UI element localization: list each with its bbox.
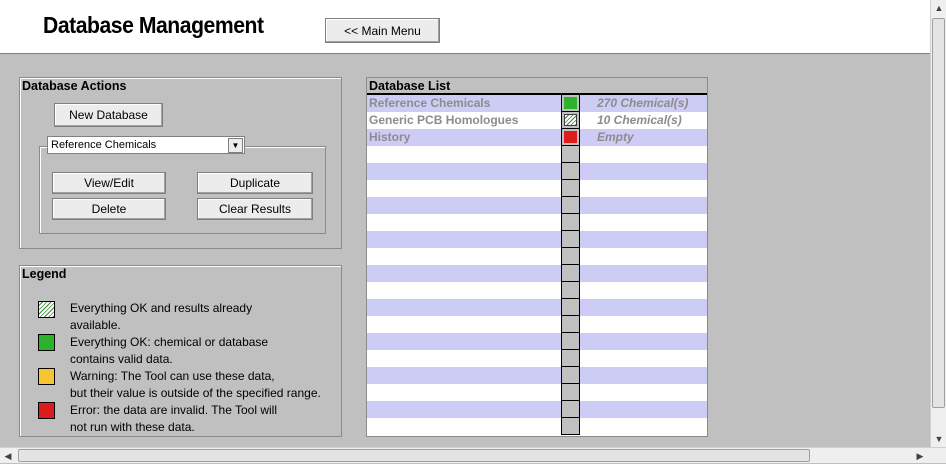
scroll-left-icon[interactable]: ◀: [0, 448, 16, 464]
database-actions-panel: Database Actions New Database Reference …: [19, 77, 342, 249]
database-name: Reference Chemicals: [369, 96, 491, 110]
status-cell: [561, 248, 580, 265]
horizontal-scroll-thumb[interactable]: [18, 449, 810, 462]
table-row[interactable]: [367, 146, 707, 163]
status-cell: [561, 265, 580, 282]
horizontal-scrollbar[interactable]: ◀ ▶: [0, 447, 946, 463]
table-row[interactable]: Generic PCB Homologues 10 Chemical(s): [367, 112, 707, 129]
status-cell: [561, 146, 580, 163]
main-menu-button[interactable]: << Main Menu: [325, 18, 440, 43]
status-cell: [561, 316, 580, 333]
status-cell: [561, 180, 580, 197]
status-cell: [561, 299, 580, 316]
chemical-count: 10 Chemical(s): [597, 113, 682, 127]
vertical-scrollbar[interactable]: ▲ ▼: [930, 0, 946, 447]
status-cell: [561, 129, 580, 146]
database-actions-title: Database Actions: [22, 79, 127, 93]
status-cell: [561, 401, 580, 418]
database-select[interactable]: Reference Chemicals ▼: [47, 136, 245, 154]
status-cell: [561, 214, 580, 231]
status-cell: [561, 95, 580, 112]
database-name: Generic PCB Homologues: [369, 113, 519, 127]
yellow-swatch-icon: [38, 368, 55, 385]
table-row[interactable]: [367, 231, 707, 248]
database-list-title: Database List: [367, 78, 707, 95]
red-status-icon: [564, 131, 577, 143]
table-row[interactable]: [367, 282, 707, 299]
vertical-scroll-thumb[interactable]: [932, 18, 945, 408]
status-cell: [561, 418, 580, 435]
table-row[interactable]: [367, 316, 707, 333]
legend-item-text: Error: the data are invalid. The Tool wi…: [70, 403, 277, 434]
database-name: History: [369, 130, 411, 144]
scroll-up-icon[interactable]: ▲: [931, 0, 946, 16]
status-cell: [561, 112, 580, 129]
table-row[interactable]: [367, 401, 707, 418]
duplicate-button[interactable]: Duplicate: [197, 172, 313, 194]
hatched-green-status-icon: [564, 114, 577, 126]
legend-item-text: Everything OK and results already availab…: [70, 301, 253, 332]
chemical-count: 270 Chemical(s): [597, 96, 689, 110]
header-bar: Database Management << Main Menu: [0, 0, 930, 54]
new-database-button[interactable]: New Database: [54, 103, 163, 127]
table-row[interactable]: [367, 163, 707, 180]
table-row[interactable]: [367, 418, 707, 435]
scroll-down-icon[interactable]: ▼: [931, 431, 946, 447]
table-row[interactable]: [367, 265, 707, 282]
chemical-count: Empty: [597, 130, 634, 144]
table-row[interactable]: [367, 180, 707, 197]
status-cell: [561, 282, 580, 299]
database-select-value: Reference Chemicals: [51, 139, 157, 151]
status-cell: [561, 197, 580, 214]
chevron-down-icon[interactable]: ▼: [228, 138, 243, 153]
hatched-green-swatch-icon: [38, 301, 55, 318]
table-row[interactable]: [367, 333, 707, 350]
clear-results-button[interactable]: Clear Results: [197, 198, 313, 220]
legend-item-text: Warning: The Tool can use these data, but…: [70, 369, 321, 400]
table-row[interactable]: History Empty: [367, 129, 707, 146]
legend-panel: Legend Everything OK and results already…: [19, 265, 342, 437]
legend-title: Legend: [22, 267, 67, 281]
database-list-panel: Database List Reference Chemicals 270 Che…: [366, 77, 708, 437]
table-row[interactable]: [367, 197, 707, 214]
status-cell: [561, 367, 580, 384]
table-row[interactable]: [367, 350, 707, 367]
delete-button[interactable]: Delete: [52, 198, 166, 220]
table-row[interactable]: [367, 367, 707, 384]
scroll-right-icon[interactable]: ▶: [912, 448, 928, 464]
status-cell: [561, 231, 580, 248]
table-row[interactable]: Reference Chemicals 270 Chemical(s): [367, 95, 707, 112]
page-title: Database Management: [43, 12, 264, 38]
green-swatch-icon: [38, 334, 55, 351]
status-cell: [561, 163, 580, 180]
table-row[interactable]: [367, 214, 707, 231]
table-row[interactable]: [367, 248, 707, 265]
table-row[interactable]: [367, 299, 707, 316]
status-cell: [561, 384, 580, 401]
status-cell: [561, 333, 580, 350]
red-swatch-icon: [38, 402, 55, 419]
green-status-icon: [564, 97, 577, 109]
legend-item-text: Everything OK: chemical or database conta…: [70, 335, 269, 366]
status-cell: [561, 350, 580, 367]
table-row[interactable]: [367, 384, 707, 401]
view-edit-button[interactable]: View/Edit: [52, 172, 166, 194]
